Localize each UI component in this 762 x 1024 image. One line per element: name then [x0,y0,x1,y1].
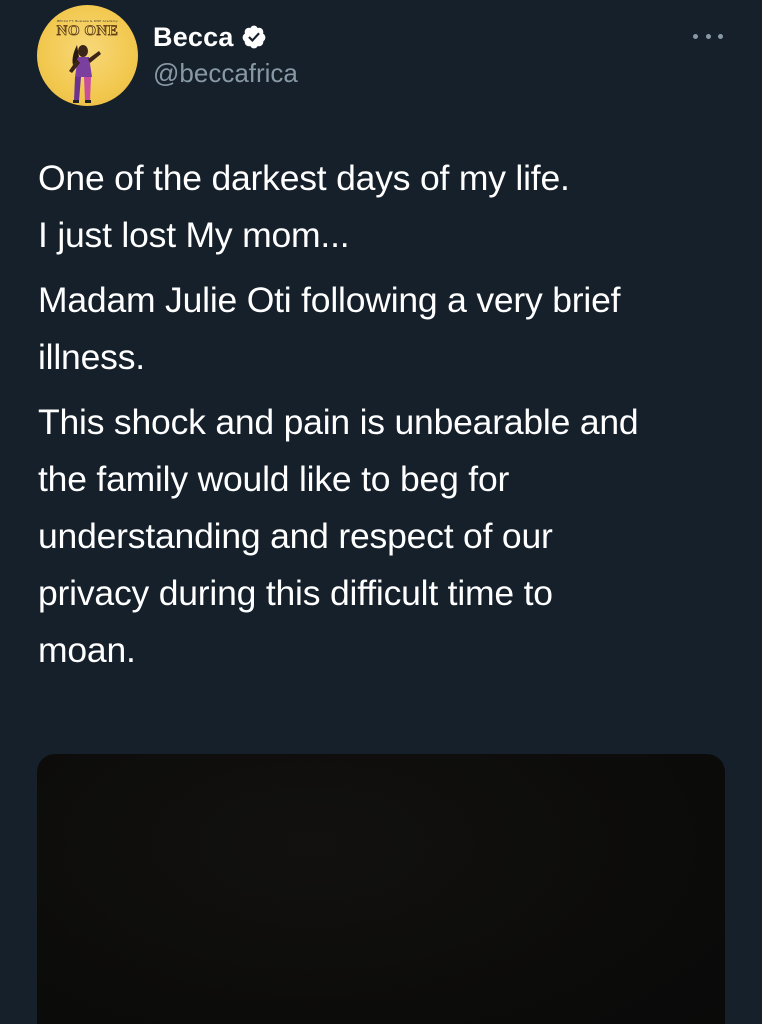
tweet-text: One of the darkest days of my life. I ju… [38,150,738,687]
dot [705,33,711,39]
tweet: BECCA FT. Busiswa & DWP Academy NO ONE B… [0,0,762,1024]
author-name-row[interactable]: Becca [153,20,267,54]
dot [718,33,723,39]
tweet-paragraph: Madam Julie Oti following a very brief i… [38,280,621,377]
tweet-paragraph: One of the darkest days of my life. I ju… [38,158,570,255]
tweet-paragraph: This shock and pain is unbearable and th… [38,402,639,670]
verified-badge-icon [241,24,267,50]
author-handle[interactable]: @beccafrica [153,58,298,89]
dot [693,33,698,39]
avatar-figure-image [69,45,101,103]
more-options-icon[interactable] [693,26,723,46]
display-name[interactable]: Becca [153,22,234,53]
avatar[interactable]: BECCA FT. Busiswa & DWP Academy NO ONE [37,5,138,106]
tweet-media-image[interactable] [37,754,725,1024]
